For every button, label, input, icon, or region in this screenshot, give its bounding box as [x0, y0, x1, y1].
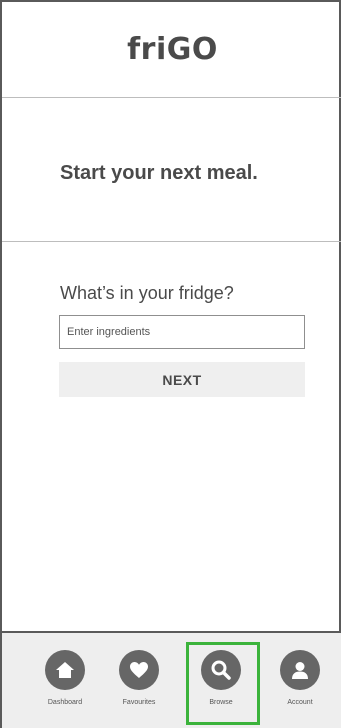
tab-dashboard[interactable]: Dashboard — [27, 650, 103, 722]
ingredients-input[interactable] — [59, 315, 305, 349]
page-title: Start your next meal. — [60, 162, 258, 184]
tab-browse[interactable]: Browse — [183, 650, 259, 722]
app-logo: friGO — [127, 32, 218, 67]
user-icon — [280, 650, 320, 690]
tab-label: Dashboard — [47, 699, 83, 706]
home-icon — [45, 650, 85, 690]
heart-icon — [119, 650, 159, 690]
app-header: friGO — [2, 2, 341, 98]
hero-section: Start your next meal. — [2, 98, 341, 242]
bottom-tab-bar: Dashboard Favourites Browse Account — [2, 631, 341, 728]
tab-account[interactable]: Account — [262, 650, 338, 722]
next-button[interactable]: NEXT — [59, 362, 305, 397]
tab-favourites[interactable]: Favourites — [101, 650, 177, 722]
tab-label: Browse — [209, 699, 233, 706]
fridge-question-label: What’s in your fridge? — [60, 283, 234, 303]
app-frame: friGO Start your next meal. What’s in yo… — [0, 0, 341, 728]
search-icon — [201, 650, 241, 690]
tab-label: Account — [287, 699, 313, 706]
tab-label: Favourites — [122, 699, 156, 706]
